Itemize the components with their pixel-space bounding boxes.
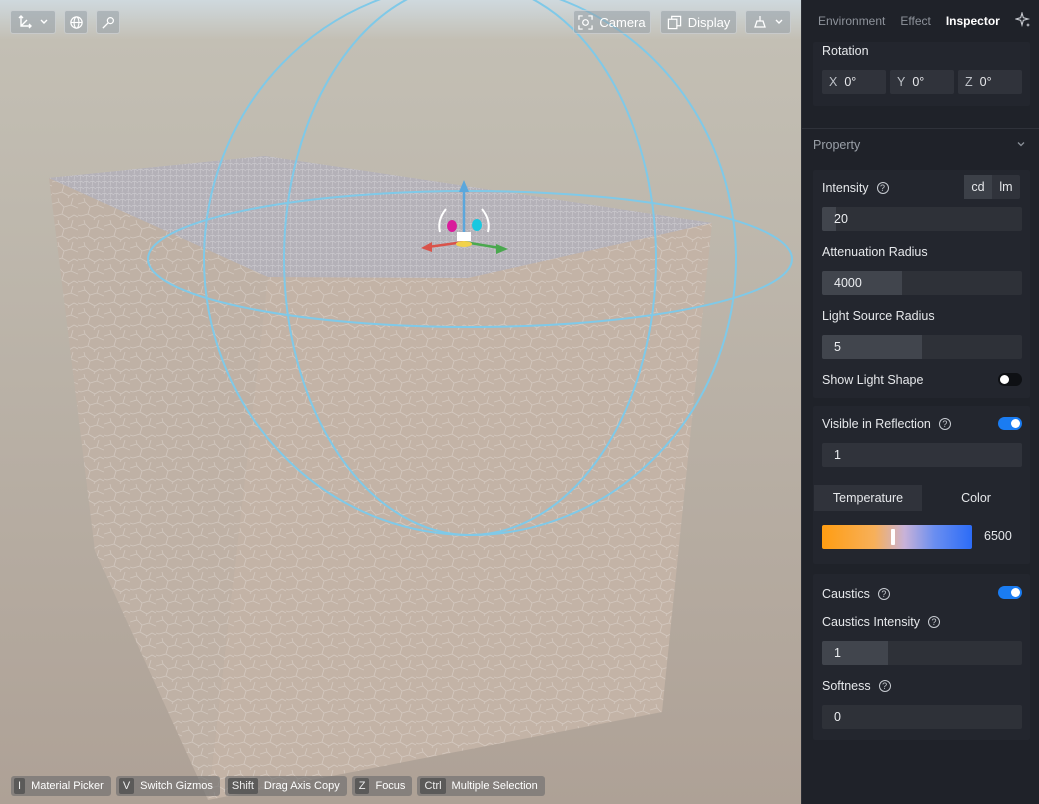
light-source-radius-label: Light Source Radius [822,309,935,323]
snap-pin-icon [101,16,114,29]
unit-cd-button[interactable]: cd [964,175,992,199]
sparkle-icon [1013,10,1031,27]
hotkey-material-picker: I Material Picker [11,776,111,796]
property-section-header[interactable]: Property [802,128,1039,152]
intensity-unit-toggle: cd lm [964,175,1020,199]
temperature-value[interactable]: 6500 [984,529,1012,543]
3d-viewport[interactable]: Camera Display I Material Picker V Switch … [0,0,801,804]
rotation-y-field[interactable]: Y 0° [890,70,954,94]
show-light-shape-toggle[interactable] [998,373,1022,386]
attenuation-radius-label: Attenuation Radius [822,245,928,259]
tab-temperature[interactable]: Temperature [814,485,922,511]
hotkey-focus: Z Focus [351,776,413,796]
tab-inspector[interactable]: Inspector [946,14,1000,28]
intensity-label: Intensity? [822,181,889,195]
color-mode-tabs: Temperature Color [814,485,1030,511]
tab-color[interactable]: Color [922,485,1030,511]
temperature-slider-handle[interactable] [890,529,895,545]
reflection-value-field[interactable]: 1 [822,443,1022,467]
unit-lm-button[interactable]: lm [992,175,1020,199]
property-title: Property [813,138,861,152]
caustics-label: Caustics? [822,587,890,601]
world-space-button[interactable] [64,10,88,34]
rotation-group: Rotation X 0° Y 0° Z 0° [813,42,1030,106]
rotation-x-field[interactable]: X 0° [822,70,886,94]
display-layers-icon [667,15,681,29]
caustics-intensity-slider[interactable]: 1 [822,641,1022,665]
camera-button[interactable]: Camera [573,10,651,34]
hotkey-hints: I Material Picker V Switch Gizmos Shift Dra… [11,776,545,796]
display-button[interactable]: Display [660,10,737,34]
camera-label: Camera [599,14,646,30]
hotkey-multiple-selection: Ctrl Multiple Selection [417,776,545,796]
temperature-gradient-slider[interactable] [822,525,972,549]
softness-label: Softness? [822,679,891,693]
caustics-group: Caustics? Caustics Intensity? 1 Softness… [813,574,1030,740]
caustics-intensity-label: Caustics Intensity? [822,615,940,629]
panel-tabs: Environment Effect Inspector [802,0,1039,42]
ai-assistant-button[interactable] [1013,10,1031,31]
light-properties-group: Intensity? cd lm 20 Attenuation Radius 4… [813,170,1030,398]
visible-in-reflection-label: Visible in Reflection? [822,417,951,431]
tab-effect[interactable]: Effect [900,14,930,28]
gizmo-settings-dropdown[interactable] [745,10,791,34]
inspector-panel: Environment Effect Inspector Rotation X0… [801,0,1039,804]
caustics-toggle[interactable] [998,586,1022,599]
help-icon[interactable]: ? [877,587,890,600]
chevron-down-icon [1017,142,1025,147]
globe-icon [69,15,83,29]
help-icon[interactable]: ? [938,417,951,430]
rotation-z-field[interactable]: Z 0° [958,70,1022,94]
attenuation-radius-slider[interactable]: 4000 [822,271,1022,295]
camera-focus-icon [578,14,594,30]
intensity-slider[interactable]: 20 [822,207,1022,231]
hotkey-switch-gizmos: V Switch Gizmos [115,776,220,796]
help-icon[interactable]: ? [876,181,889,194]
hotkey-drag-axis-copy: Shift Drag Axis Copy [224,776,347,796]
reflection-color-group: Visible in Reflection? 1 Temperature Col… [813,406,1030,564]
chevron-down-icon [40,19,48,24]
light-source-radius-slider[interactable]: 5 [822,335,1022,359]
move-axis-icon [18,15,32,29]
rotation-label: Rotation [822,44,869,58]
chevron-down-icon [775,19,783,24]
help-icon[interactable]: ? [927,615,940,628]
softness-slider[interactable]: 0 [822,705,1022,729]
visible-in-reflection-toggle[interactable] [998,417,1022,430]
show-light-shape-label: Show Light Shape [822,373,924,387]
transform-mode-dropdown[interactable] [10,10,56,34]
tab-environment[interactable]: Environment [818,14,885,28]
help-icon[interactable]: ? [878,679,891,692]
scene-canvas[interactable] [0,0,801,804]
light-gizmo-icon [754,16,766,28]
display-label: Display [687,14,731,30]
snap-tool-button[interactable] [96,10,120,34]
